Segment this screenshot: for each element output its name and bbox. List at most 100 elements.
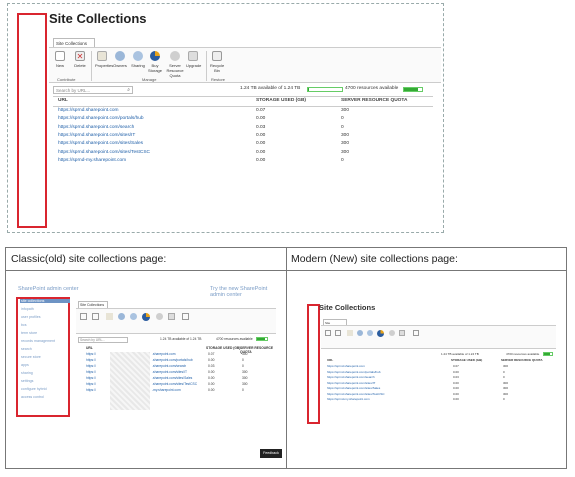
column-header-url[interactable]: URL [327, 358, 333, 362]
recycle-bin-icon[interactable] [182, 313, 189, 320]
quota-icon[interactable] [156, 313, 163, 320]
nav-item[interactable]: apps [20, 363, 70, 367]
storage-bar-fill [308, 88, 309, 91]
properties-icon[interactable] [347, 330, 353, 336]
owners-icon[interactable] [118, 313, 125, 320]
upgrade-button[interactable]: Upgrade [186, 51, 201, 68]
upgrade-icon[interactable] [168, 313, 175, 320]
search-input[interactable]: Search by URL... ⌕ [53, 86, 133, 94]
column-header-quota[interactable]: SERVER RESOURCE QUOTA [341, 98, 407, 103]
column-header-storage[interactable]: STORAGE USED (GB) [256, 98, 306, 103]
buy-storage-button[interactable]: Buy Storage [148, 51, 162, 73]
site-url-suffix[interactable]: -my.sharepoint.com [152, 388, 181, 392]
site-url-link[interactable]: https://sprnd.sharepoint.com/portals/hub [327, 370, 381, 374]
column-header-storage[interactable]: STORAGE USED (GB) [451, 358, 482, 362]
resources-bar [403, 87, 423, 92]
owners-button[interactable]: Owners [113, 51, 127, 68]
site-url-link[interactable]: https://sprnd.sharepoint.com/sites/TestC… [327, 392, 385, 396]
storage-used-value: 0.00 [208, 382, 215, 386]
group-label-contribute: Contribute [57, 77, 76, 82]
storage-used-value: 0.00 [453, 369, 459, 374]
new-icon[interactable] [80, 313, 87, 320]
resources-bar [256, 337, 268, 341]
pie-chart-icon[interactable] [142, 313, 150, 321]
server-resource-quota-button[interactable]: Server Resource Quota [166, 51, 184, 78]
recycle-bin-icon[interactable] [413, 330, 419, 336]
search-icon[interactable]: ⌕ [127, 87, 130, 93]
pie-chart-icon[interactable] [377, 330, 384, 337]
delete-icon[interactable] [92, 313, 99, 320]
new-button[interactable]: New [53, 51, 67, 68]
page-title: Site Collections [49, 11, 147, 26]
site-url-link[interactable]: https://sprnd.sharepoint.com/search [327, 375, 375, 379]
nav-item[interactable]: search [20, 347, 70, 351]
site-url-link[interactable]: https:// [86, 370, 96, 374]
site-url-link[interactable]: https://sprnd.sharepoint.com/sites/IT [327, 381, 375, 385]
delete-icon: ✕ [75, 51, 85, 61]
site-url-suffix[interactable]: .sharepoint.com/portals/hub [152, 358, 193, 362]
nav-item[interactable]: access control [20, 395, 70, 399]
nav-item[interactable]: settings [20, 379, 70, 383]
recycle-bin-button[interactable]: Recycle Bin [210, 51, 224, 73]
storage-used-value: 0.07 [453, 364, 459, 368]
site-url-link[interactable]: https://sprnd-my.sharepoint.com [58, 158, 126, 163]
site-url-link[interactable]: https://sprnd.sharepoint.com/search [58, 125, 134, 130]
feedback-button[interactable]: Feedback [260, 449, 282, 458]
new-icon[interactable] [325, 330, 331, 336]
sharing-icon[interactable] [367, 330, 373, 336]
try-new-admin-link[interactable]: Try the new SharePoint admin center [210, 286, 270, 298]
nav-item[interactable]: secure store [20, 355, 70, 359]
storage-used-value: 0.03 [256, 124, 266, 130]
delete-icon[interactable] [335, 330, 341, 336]
column-header-quota[interactable]: SERVER RESOURCE QUOTA [501, 358, 543, 362]
site-url-link[interactable]: https://sprnd.sharepoint.com [327, 364, 365, 368]
search-input[interactable]: Search by URL... [78, 337, 128, 343]
resources-bar-fill [544, 353, 551, 355]
nav-item[interactable]: sharing [20, 371, 70, 375]
site-url-link[interactable]: https://sprnd.sharepoint.com/portals/hub [58, 116, 144, 121]
site-url-suffix[interactable]: .sharepoint.com/sites/Sales [152, 376, 192, 380]
site-url-suffix[interactable]: .sharepoint.com/sites/TestCSC [152, 382, 197, 386]
site-url-link[interactable]: https://sprnd-my.sharepoint.com [327, 397, 370, 401]
site-url-link[interactable]: https:// [86, 382, 96, 386]
nav-item[interactable]: site collections [20, 299, 70, 303]
upgrade-icon[interactable] [399, 330, 405, 336]
nav-item[interactable]: bcs [20, 323, 70, 327]
owners-icon[interactable] [357, 330, 363, 336]
properties-button[interactable]: Properties [95, 51, 113, 68]
nav-item[interactable]: user profiles [20, 315, 70, 319]
column-header-url[interactable]: URL [86, 346, 93, 350]
storage-used-value: 0.00 [208, 358, 215, 362]
site-url-link[interactable]: https:// [86, 376, 96, 380]
tab-site-collections[interactable]: Site Collections [78, 301, 108, 308]
sharing-button[interactable]: Sharing [131, 51, 145, 68]
site-url-link[interactable]: https://sprnd.sharepoint.com/sites/Sales [327, 386, 380, 390]
site-url-link[interactable]: https:// [86, 364, 96, 368]
column-header-url[interactable]: URL [58, 98, 68, 103]
nav-item[interactable]: term store [20, 331, 70, 335]
delete-button[interactable]: ✕ Delete [73, 51, 87, 68]
highlight-box [307, 304, 320, 424]
site-url-suffix[interactable]: .sharepoint.com/sites/IT [152, 370, 187, 374]
resource-quota-value: 300 [242, 382, 248, 386]
properties-icon[interactable] [106, 313, 113, 320]
column-header-storage[interactable]: STORAGE USED (GB) [206, 346, 240, 350]
sharing-icon[interactable] [130, 313, 137, 320]
nav-item[interactable]: configure hybrid [20, 387, 70, 391]
modern-caption: Modern (New) site collections page: [291, 253, 458, 265]
nav-item[interactable]: infopath [20, 307, 70, 311]
site-url-link[interactable]: https:// [86, 352, 96, 356]
site-url-link[interactable]: https://sprnd.sharepoint.com/sites/TestC… [58, 150, 150, 155]
resource-quota-value: 300 [341, 132, 350, 138]
nav-item[interactable]: records management [20, 339, 70, 343]
site-url-link[interactable]: https://sprnd.sharepoint.com [58, 108, 119, 113]
site-url-suffix[interactable]: .sharepoint.com/search [152, 364, 186, 368]
site-url-suffix[interactable]: .sharepoint.com [152, 352, 175, 356]
site-url-link[interactable]: https://sprnd.sharepoint.com/sites/Sales [58, 141, 143, 146]
owners-icon [115, 51, 125, 61]
site-url-link[interactable]: https:// [86, 358, 96, 362]
site-url-link[interactable]: https:// [86, 388, 96, 392]
classic-page-screenshot: SharePoint admin center Try the new Shar… [10, 284, 282, 464]
quota-icon[interactable] [389, 330, 395, 336]
site-url-link[interactable]: https://sprnd.sharepoint.com/sites/IT [58, 133, 135, 138]
